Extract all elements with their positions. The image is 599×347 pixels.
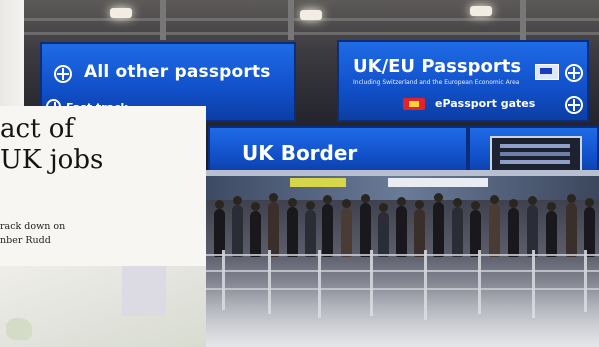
- photo-scene: All other passports Fast track UK/EU Pas…: [0, 0, 599, 347]
- ceiling-light: [470, 6, 492, 16]
- person: [433, 193, 444, 257]
- person: [268, 193, 279, 257]
- passport-circle-icon: [54, 65, 72, 83]
- passport-circle-icon: [565, 96, 583, 114]
- ceiling-light: [300, 10, 322, 20]
- article-headline: act of UK jobs: [0, 114, 104, 175]
- person: [566, 194, 577, 257]
- person: [452, 198, 463, 257]
- uk-eu-passports-sign: UK/EU Passports Including Switzerland an…: [337, 40, 589, 122]
- barrier-rail: [205, 254, 599, 256]
- eu-flag-icon: [535, 64, 559, 80]
- uk-border-text: UK Border: [242, 141, 358, 165]
- photo-foliage: [6, 318, 32, 340]
- article-photo: [0, 266, 206, 347]
- person: [287, 198, 298, 257]
- person: [396, 197, 407, 257]
- floor-reflection: [205, 285, 599, 347]
- person: [508, 199, 519, 257]
- ceiling-pillar: [160, 0, 166, 40]
- passport-circle-icon: [565, 64, 583, 82]
- uk-eu-subtext: Including Switzerland and the European E…: [353, 79, 520, 86]
- uk-eu-passports-text: UK/EU Passports: [353, 56, 522, 77]
- ceiling-pillar: [520, 0, 526, 40]
- epassport-chip-icon: [403, 98, 425, 110]
- booth-yellow-panel: [290, 178, 346, 187]
- person: [360, 194, 371, 257]
- barrier-rail: [205, 270, 599, 272]
- epassport-gates-text: ePassport gates: [435, 97, 536, 110]
- photo-panel: [122, 266, 166, 316]
- person: [341, 199, 352, 257]
- person: [305, 201, 316, 257]
- booth-light-panel: [388, 178, 488, 187]
- person: [546, 202, 557, 257]
- article-standfirst: rack down on nber Rudd: [0, 221, 66, 246]
- ceiling-beam: [0, 32, 599, 35]
- ceiling-pillar: [288, 0, 294, 40]
- all-other-passports-text: All other passports: [84, 62, 271, 82]
- newspaper-edge: [0, 0, 24, 106]
- ceiling-light: [110, 8, 132, 18]
- person: [322, 195, 333, 257]
- person: [378, 203, 389, 257]
- newspaper-clipping: act of UK jobs rack down on nber Rudd: [0, 106, 206, 347]
- person: [250, 202, 261, 257]
- uk-border-sign: UK Border: [208, 126, 468, 176]
- person: [232, 196, 243, 257]
- person: [489, 195, 500, 257]
